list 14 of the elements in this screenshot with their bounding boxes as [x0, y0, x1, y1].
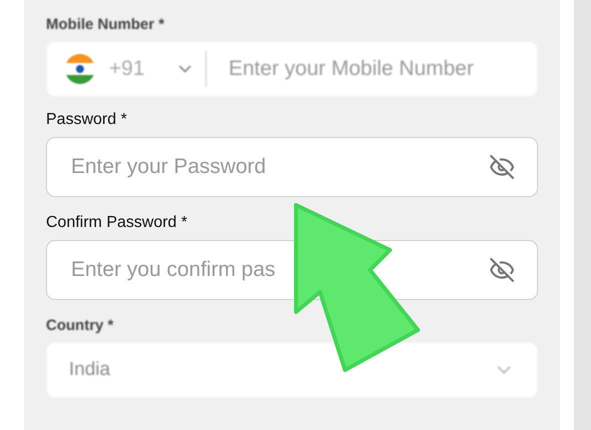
field-label: Confirm Password * — [46, 214, 188, 232]
password-input[interactable]: Enter you confirm pas — [69, 257, 489, 283]
field-label: Country * — [46, 317, 114, 334]
password-field[interactable]: Enter your Password — [46, 137, 538, 197]
eye-off-icon[interactable] — [489, 154, 515, 180]
mobile-number-field[interactable]: +91 Enter your Mobile Number — [46, 41, 538, 97]
eye-off-icon[interactable] — [489, 257, 515, 283]
field-label: Password * — [46, 111, 127, 129]
country-select[interactable]: India — [46, 342, 538, 398]
password-input[interactable]: Enter your Password — [69, 154, 489, 180]
flag-icon — [65, 52, 95, 86]
field-label: Mobile Number * — [46, 16, 164, 33]
mobile-input[interactable]: Enter your Mobile Number — [226, 56, 515, 82]
country-code: +91 — [109, 57, 145, 81]
